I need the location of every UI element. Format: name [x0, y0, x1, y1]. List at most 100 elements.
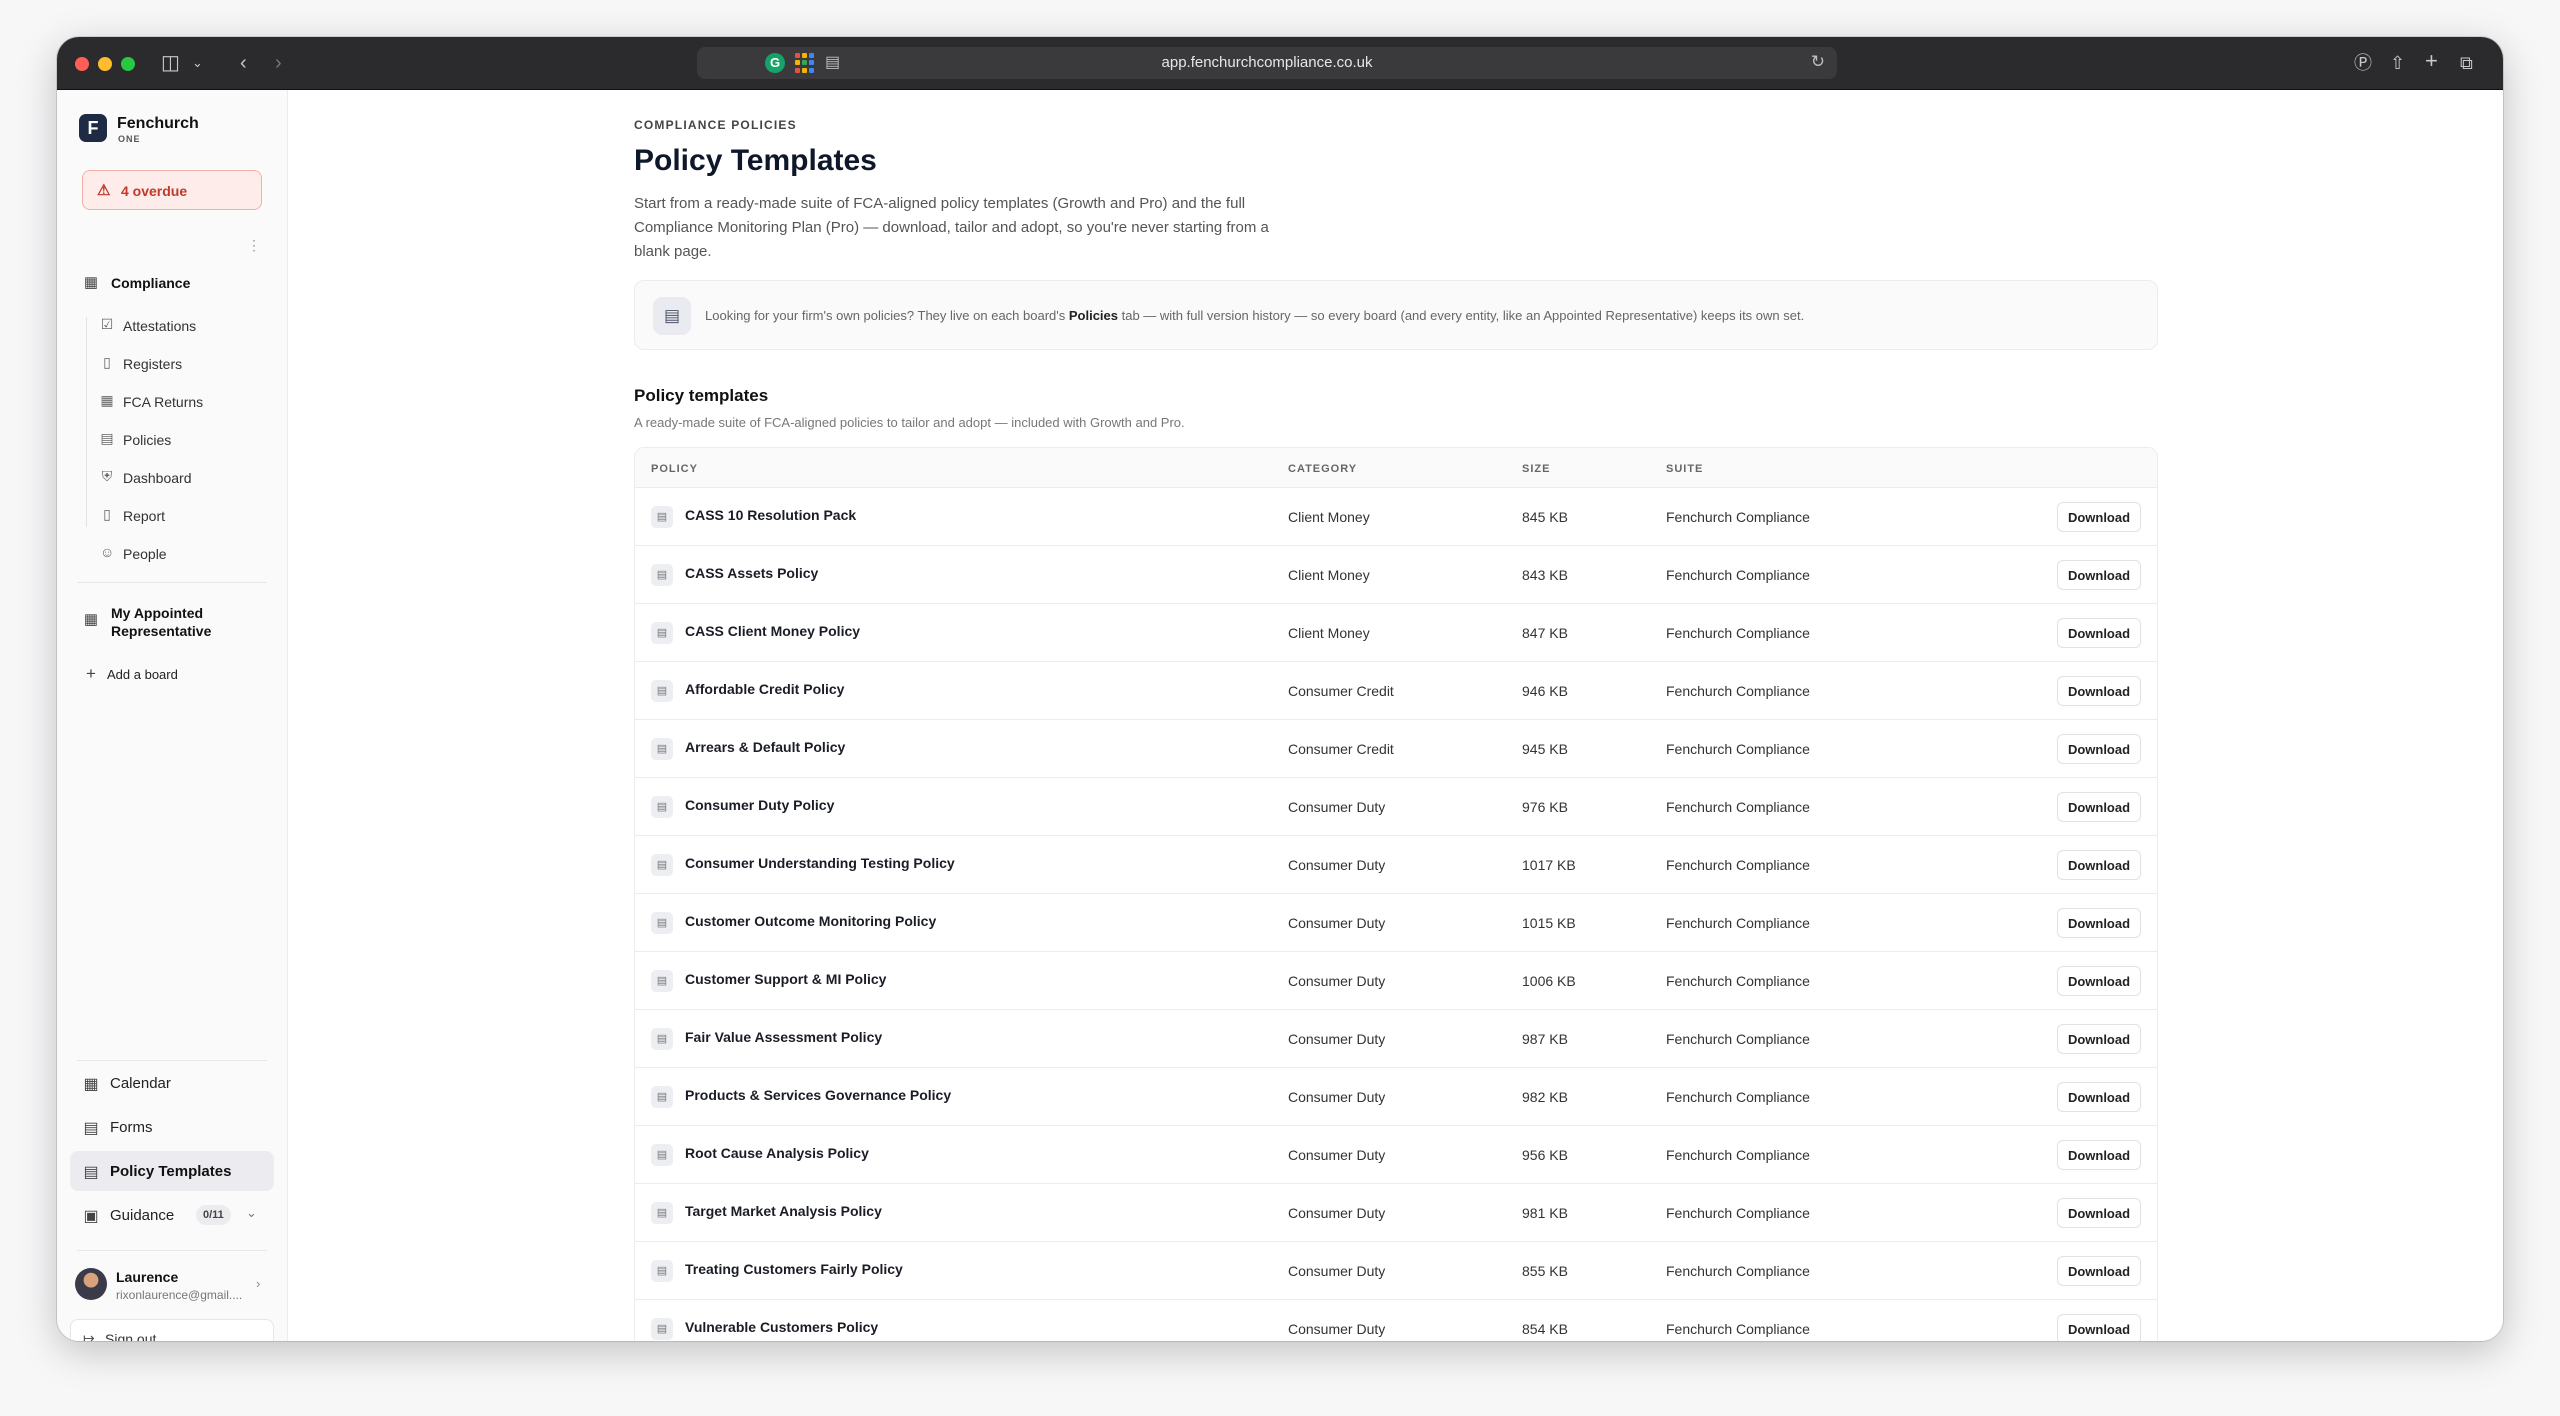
sidebar-item-calendar[interactable]: ▦ Calendar	[70, 1063, 274, 1103]
policy-category: Consumer Duty	[1288, 1147, 1386, 1163]
policy-size: 945 KB	[1522, 741, 1568, 757]
new-tab-icon[interactable]: +	[2425, 49, 2438, 73]
policy-templates-table: POLICY CATEGORY SIZE SUITE ▤ CASS 10 Reso…	[634, 447, 2158, 1341]
file-icon: ▤	[651, 622, 673, 644]
info-callout: ▤ Looking for your firm's own policies? …	[634, 280, 2158, 350]
page-intro: Start from a ready-made suite of FCA-ali…	[634, 195, 1269, 260]
table-row: ▤ Customer Support & MI Policy Consumer Du…	[635, 952, 2157, 1010]
policy-name: Target Market Analysis Policy	[685, 1203, 882, 1219]
download-button[interactable]: Download	[2057, 1024, 2141, 1054]
download-button[interactable]: Download	[2057, 1082, 2141, 1112]
policy-suite: Fenchurch Compliance	[1666, 799, 1810, 815]
file-icon: ▤	[651, 564, 673, 586]
table-row: ▤ Root Cause Analysis Policy Consumer Duty…	[635, 1126, 2157, 1184]
calendar-icon: ▦	[100, 392, 114, 408]
table-row: ▤ Consumer Understanding Testing Policy Co…	[635, 836, 2157, 894]
overdue-alert-button[interactable]: ⚠ 4 overdue	[82, 170, 262, 210]
forward-icon[interactable]: ›	[275, 51, 282, 75]
zoom-window-button[interactable]	[121, 57, 135, 71]
share-icon[interactable]: ⇧	[2390, 51, 2405, 75]
file-icon: ▯	[103, 506, 111, 522]
policy-suite: Fenchurch Compliance	[1666, 509, 1810, 525]
tab-overview-icon[interactable]: ⧉	[2460, 51, 2473, 75]
download-button[interactable]: Download	[2057, 1198, 2141, 1228]
policy-size: 1006 KB	[1522, 973, 1576, 989]
minimize-window-button[interactable]	[98, 57, 112, 71]
sidebar-item-label: My Appointed Representative	[111, 605, 212, 639]
user-name: Laurence	[116, 1269, 179, 1285]
download-button[interactable]: Download	[2057, 560, 2141, 590]
download-button[interactable]: Download	[2057, 1314, 2141, 1341]
close-window-button[interactable]	[75, 57, 89, 71]
policy-category: Consumer Credit	[1288, 683, 1394, 699]
table-body: ▤ CASS 10 Resolution Pack Client Money 845 …	[635, 488, 2157, 1341]
callout-text: Looking for your firm's own policies? Th…	[705, 308, 1804, 323]
book-open-icon: ▣	[83, 1208, 99, 1225]
download-button[interactable]: Download	[2057, 966, 2141, 996]
sidebar-item-guidance[interactable]: ▣ Guidance 0/11 ⌄	[70, 1195, 274, 1235]
table-row: ▤ Products & Services Governance Policy Co…	[635, 1068, 2157, 1126]
policy-name: Customer Support & MI Policy	[685, 971, 887, 987]
page-title: Policy Templates	[634, 144, 877, 177]
user-profile[interactable]: Laurence rixonlaurence@gmail.... ›	[70, 1262, 274, 1310]
back-icon[interactable]: ‹	[240, 51, 247, 75]
section-title: Policy templates	[634, 386, 769, 405]
sidebar-item-label: FCA Returns	[123, 394, 204, 410]
table-row: ▤ Vulnerable Customers Policy Consumer Dut…	[635, 1300, 2157, 1341]
policy-suite: Fenchurch Compliance	[1666, 1321, 1810, 1337]
policy-name: Fair Value Assessment Policy	[685, 1029, 883, 1045]
sidebar-item-label: Dashboard	[123, 470, 192, 486]
column-header-category: CATEGORY	[1288, 463, 1358, 475]
overdue-label: 4 overdue	[121, 183, 188, 199]
shield-icon: ⛨	[101, 468, 113, 484]
download-button[interactable]: Download	[2057, 792, 2141, 822]
file-icon: ▤	[651, 738, 673, 760]
more-options-icon[interactable]: ⋮	[247, 237, 261, 254]
reload-icon[interactable]: ↻	[1811, 52, 1825, 72]
download-button[interactable]: Download	[2057, 908, 2141, 938]
document-icon: ▤	[100, 430, 114, 446]
policy-name: Consumer Understanding Testing Policy	[685, 855, 955, 871]
sign-out-button[interactable]: ↦ Sign out	[70, 1319, 274, 1341]
download-button[interactable]: Download	[2057, 618, 2141, 648]
table-row: ▤ Consumer Duty Policy Consumer Duty 976 KB…	[635, 778, 2157, 836]
sidebar-item-compliance[interactable]: ▦ Compliance	[77, 268, 267, 298]
sidebar-item-label: Registers	[123, 356, 183, 372]
file-icon: ▤	[651, 1086, 673, 1108]
address-bar[interactable]: G ▤ app.fenchurchcompliance.co.uk ↻	[697, 47, 1837, 79]
download-button[interactable]: Download	[2057, 676, 2141, 706]
policy-size: 854 KB	[1522, 1321, 1568, 1337]
policy-size: 976 KB	[1522, 799, 1568, 815]
table-row: ▤ CASS Client Money Policy Client Money 847…	[635, 604, 2157, 662]
policy-size: 843 KB	[1522, 567, 1568, 583]
chevron-down-icon[interactable]: ⌄	[246, 1205, 257, 1221]
brand-name: Fenchurch	[117, 115, 199, 132]
chevron-down-icon[interactable]: ⌄	[192, 51, 203, 75]
sidebar-toggle-icon[interactable]: ◫	[161, 51, 180, 75]
section-subtitle: A ready-made suite of FCA-aligned polici…	[634, 415, 1185, 430]
policy-name: Affordable Credit Policy	[685, 681, 845, 697]
download-button[interactable]: Download	[2057, 502, 2141, 532]
user-email: rixonlaurence@gmail....	[116, 1288, 243, 1302]
url-text[interactable]: app.fenchurchcompliance.co.uk	[697, 54, 1837, 71]
policy-suite: Fenchurch Compliance	[1666, 625, 1810, 641]
chevron-right-icon: ›	[256, 1276, 261, 1291]
browser-toolbar: ◫ ⌄ ‹ › G ▤ app.fenchurchcompliance.co.u…	[57, 37, 2503, 90]
form-icon: ▤	[83, 1120, 99, 1137]
policy-category: Consumer Duty	[1288, 973, 1386, 989]
add-board-button[interactable]: + Add a board	[77, 660, 267, 690]
policy-size: 981 KB	[1522, 1205, 1568, 1221]
divider	[77, 1250, 267, 1251]
download-button[interactable]: Download	[2057, 850, 2141, 880]
policy-suite: Fenchurch Compliance	[1666, 567, 1810, 583]
sidebar-item-policy-templates[interactable]: ▤ Policy Templates	[70, 1151, 274, 1191]
main-content: COMPLIANCE POLICIES Policy Templates Sta…	[288, 90, 2503, 1341]
sidebar-item-forms[interactable]: ▤ Forms	[70, 1107, 274, 1147]
download-button[interactable]: Download	[2057, 1256, 2141, 1286]
column-header-size: SIZE	[1522, 463, 1551, 475]
download-button[interactable]: Download	[2057, 734, 2141, 764]
download-button[interactable]: Download	[2057, 1140, 2141, 1170]
downloads-icon[interactable]: Ⓟ	[2354, 51, 2372, 75]
policy-category: Consumer Duty	[1288, 1089, 1386, 1105]
sidebar-item-appointed-representative[interactable]: ▦ My Appointed Representative	[77, 600, 267, 644]
